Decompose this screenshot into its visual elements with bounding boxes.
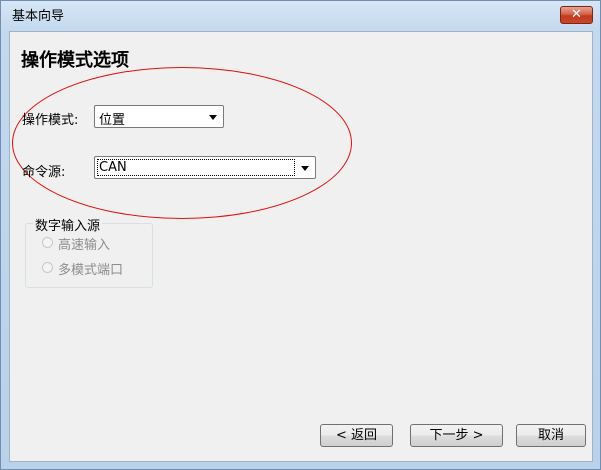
cancel-button[interactable]: 取消	[516, 424, 586, 447]
chevron-down-icon	[209, 115, 217, 120]
title-bar[interactable]: 基本向导 ✕	[1, 1, 600, 27]
command-source-value: CAN	[99, 160, 127, 175]
command-source-select[interactable]: CAN	[94, 156, 316, 179]
radio-multimode-port-label: 多模式端口	[58, 263, 124, 278]
radio-high-speed-input-label: 高速输入	[58, 238, 111, 253]
digital-input-source-group: 数字输入源 高速输入 多模式端口	[25, 215, 153, 288]
next-button[interactable]: 下一步 >	[410, 424, 503, 447]
digital-input-source-legend: 数字输入源	[33, 215, 103, 234]
annotation-ellipse	[12, 67, 352, 219]
close-button[interactable]: ✕	[560, 6, 593, 24]
wizard-page: 操作模式选项 操作模式: 位置 命令源: CAN 数字输入源 高速输入 多模式端…	[9, 31, 593, 462]
radio-multimode-port[interactable]	[42, 262, 53, 273]
page-title: 操作模式选项	[21, 50, 129, 71]
chevron-down-icon	[301, 166, 309, 171]
back-button[interactable]: < 返回	[320, 424, 393, 447]
operation-mode-label: 操作模式:	[22, 113, 79, 128]
wizard-window: 基本向导 ✕ 操作模式选项 操作模式: 位置 命令源: CAN 数字输入源 高速…	[0, 0, 601, 470]
close-icon: ✕	[571, 7, 582, 22]
radio-high-speed-input[interactable]	[42, 237, 53, 248]
operation-mode-value: 位置	[99, 113, 126, 128]
command-source-label: 命令源:	[22, 165, 66, 180]
window-title: 基本向导	[12, 9, 65, 24]
operation-mode-select[interactable]: 位置	[94, 105, 224, 128]
